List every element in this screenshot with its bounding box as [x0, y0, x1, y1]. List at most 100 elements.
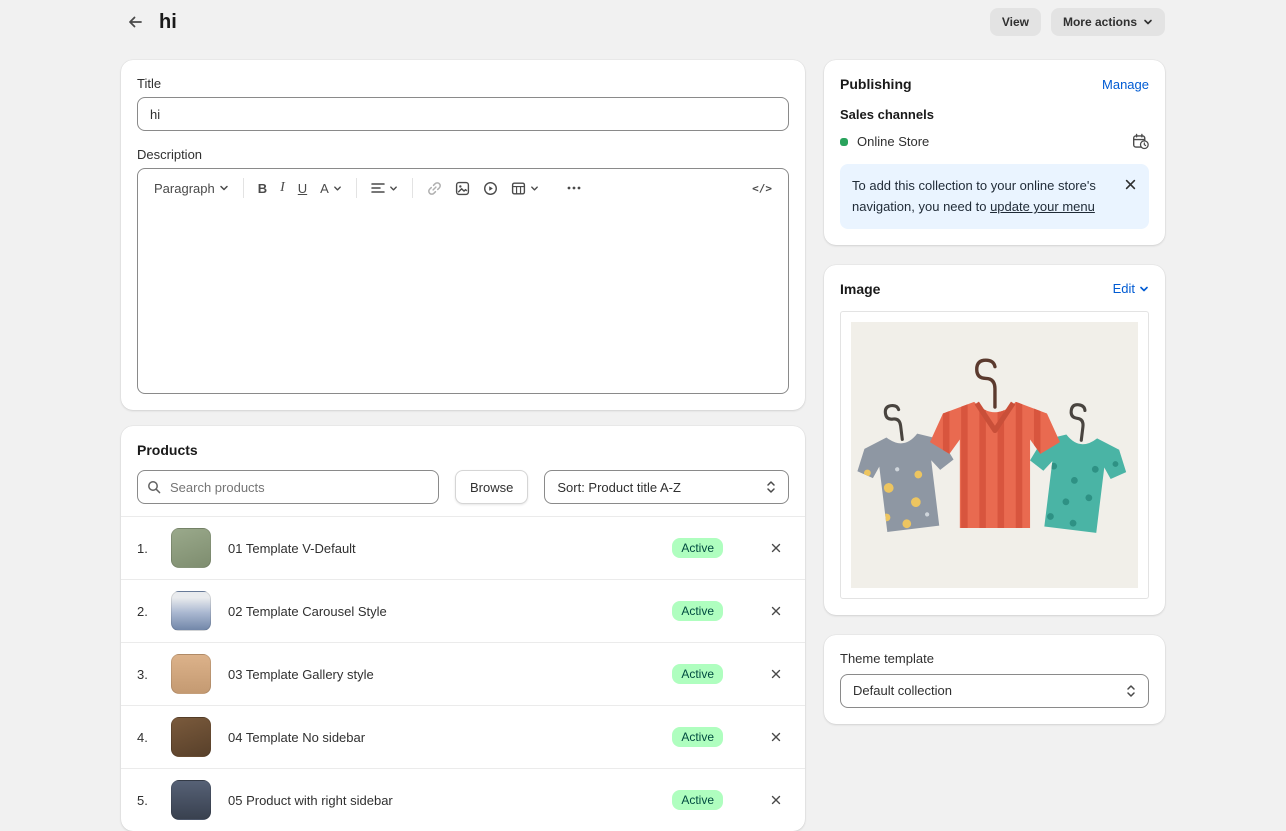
- title-label: Title: [137, 76, 789, 91]
- close-icon: [770, 668, 782, 680]
- align-left-icon: [371, 182, 385, 194]
- publishing-card: Publishing Manage Sales channels Online …: [824, 60, 1165, 245]
- insert-table-button[interactable]: [505, 177, 545, 200]
- product-name-link[interactable]: 03 Template Gallery style: [228, 667, 672, 682]
- remove-product-button[interactable]: [763, 661, 789, 687]
- dismiss-banner-button[interactable]: [1119, 173, 1141, 195]
- search-icon: [147, 480, 161, 494]
- insert-video-button[interactable]: [477, 177, 504, 200]
- sales-channels-label: Sales channels: [840, 107, 1149, 122]
- page: hi View More actions Title Description: [121, 0, 1165, 831]
- status-badge: Active: [672, 790, 723, 810]
- toolbar-divider: [356, 178, 357, 198]
- channel-row: Online Store: [840, 133, 1149, 150]
- view-button[interactable]: View: [990, 8, 1041, 36]
- remove-product-button[interactable]: [763, 535, 789, 561]
- product-thumbnail: [171, 717, 211, 757]
- chevron-down-icon: [333, 184, 342, 193]
- underline-button[interactable]: U: [292, 177, 313, 200]
- channel-name: Online Store: [857, 134, 929, 149]
- more-formatting-button[interactable]: [560, 177, 588, 199]
- back-button[interactable]: [121, 8, 149, 36]
- chevron-down-icon: [219, 183, 229, 193]
- sort-select[interactable]: Sort: Product title A-Z: [544, 470, 789, 504]
- image-card: Image Edit: [824, 265, 1165, 615]
- topbar: hi View More actions: [121, 6, 1165, 38]
- navigation-info-banner: To add this collection to your online st…: [840, 164, 1149, 229]
- search-products-input[interactable]: [137, 470, 439, 504]
- online-store-status-dot: [840, 138, 848, 146]
- remove-product-button[interactable]: [763, 724, 789, 750]
- product-row: 3. 03 Template Gallery style Active: [121, 642, 805, 705]
- link-button[interactable]: [421, 177, 448, 200]
- chevron-down-icon: [389, 184, 398, 193]
- products-card: Products Browse Sort: Product title A-Z: [121, 426, 805, 831]
- description-editor: Paragraph B I U A: [137, 168, 789, 394]
- row-index: 1.: [137, 541, 171, 556]
- toolbar-divider: [412, 178, 413, 198]
- close-icon: [1124, 178, 1137, 191]
- remove-product-button[interactable]: [763, 787, 789, 813]
- description-label: Description: [137, 147, 789, 162]
- browse-button[interactable]: Browse: [455, 470, 528, 504]
- collection-image-frame: [840, 311, 1149, 599]
- publishing-heading: Publishing: [840, 76, 912, 92]
- page-title: hi: [159, 11, 177, 34]
- update-your-menu-link[interactable]: update your menu: [990, 199, 1095, 214]
- remove-product-button[interactable]: [763, 598, 789, 624]
- product-row: 4. 04 Template No sidebar Active: [121, 705, 805, 768]
- close-icon: [770, 794, 782, 806]
- manage-publishing-link[interactable]: Manage: [1102, 77, 1149, 92]
- theme-template-select[interactable]: Default collection: [840, 674, 1149, 708]
- product-name-link[interactable]: 02 Template Carousel Style: [228, 604, 672, 619]
- table-icon: [511, 181, 526, 196]
- product-row: 2. 02 Template Carousel Style Active: [121, 579, 805, 642]
- status-badge: Active: [672, 727, 723, 747]
- status-badge: Active: [672, 538, 723, 558]
- select-caret-icon: [766, 480, 776, 494]
- chevron-down-icon: [1143, 17, 1153, 27]
- product-row: 1. 01 Template V-Default Active: [121, 516, 805, 579]
- product-name-link[interactable]: 05 Product with right sidebar: [228, 793, 672, 808]
- products-controls: Browse Sort: Product title A-Z: [121, 458, 805, 516]
- text-color-button[interactable]: A: [314, 177, 348, 200]
- row-index: 3.: [137, 667, 171, 682]
- shirts-illustration: [851, 322, 1138, 588]
- description-textarea[interactable]: [138, 207, 788, 393]
- product-row: 5. 05 Product with right sidebar Active: [121, 768, 805, 831]
- product-thumbnail: [171, 591, 211, 631]
- chevron-down-icon: [530, 184, 539, 193]
- play-circle-icon: [483, 181, 498, 196]
- theme-template-card: Theme template Default collection: [824, 635, 1165, 724]
- alignment-button[interactable]: [365, 178, 404, 198]
- bold-button[interactable]: B: [252, 177, 273, 200]
- product-name-link[interactable]: 04 Template No sidebar: [228, 730, 672, 745]
- status-badge: Active: [672, 601, 723, 621]
- product-name-link[interactable]: 01 Template V-Default: [228, 541, 672, 556]
- more-actions-button[interactable]: More actions: [1051, 8, 1165, 36]
- details-card: Title Description Paragraph B I: [121, 60, 805, 410]
- product-thumbnail: [171, 528, 211, 568]
- row-index: 5.: [137, 793, 171, 808]
- image-icon: [455, 181, 470, 196]
- italic-button[interactable]: I: [274, 176, 291, 200]
- status-badge: Active: [672, 664, 723, 684]
- select-caret-icon: [1126, 684, 1136, 698]
- product-thumbnail: [171, 654, 211, 694]
- product-thumbnail: [171, 780, 211, 820]
- topbar-actions: View More actions: [990, 8, 1165, 36]
- editor-toolbar: Paragraph B I U A: [138, 169, 788, 207]
- title-input[interactable]: [137, 97, 789, 131]
- image-heading: Image: [840, 281, 880, 297]
- products-heading: Products: [137, 442, 789, 458]
- row-index: 4.: [137, 730, 171, 745]
- edit-image-link[interactable]: Edit: [1113, 281, 1149, 296]
- insert-image-button[interactable]: [449, 177, 476, 200]
- topbar-left: hi: [121, 8, 177, 36]
- toolbar-divider: [243, 178, 244, 198]
- paragraph-style-dropdown[interactable]: Paragraph: [148, 177, 235, 200]
- show-html-button[interactable]: </>: [746, 178, 778, 199]
- schedule-calendar-icon: [1132, 133, 1149, 150]
- link-icon: [427, 181, 442, 196]
- close-icon: [770, 731, 782, 743]
